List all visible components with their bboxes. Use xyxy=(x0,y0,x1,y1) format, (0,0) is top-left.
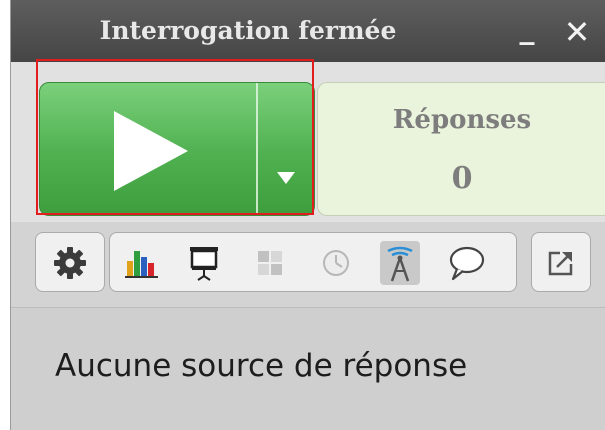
presentation-button[interactable] xyxy=(184,241,224,285)
status-message: Aucune source de réponse xyxy=(55,348,468,384)
export-button[interactable] xyxy=(541,241,581,285)
speech-bubble-icon xyxy=(449,246,485,281)
responses-label: Réponses xyxy=(392,105,532,135)
responses-panel: Réponses 0 xyxy=(317,82,605,216)
projector-screen-icon xyxy=(190,247,218,281)
receiver-button[interactable] xyxy=(380,241,420,285)
toolbar xyxy=(11,222,605,308)
closed-poll-window: Interrogation fermée _ ✕ Réponses 0 Aucu… xyxy=(10,0,605,430)
window-title: Interrogation fermée xyxy=(99,16,397,45)
results-chart-button[interactable] xyxy=(122,241,162,285)
clock-icon xyxy=(323,250,349,276)
start-button[interactable] xyxy=(40,83,256,215)
export-icon xyxy=(548,251,573,276)
bar-chart-icon xyxy=(125,251,158,278)
play-icon xyxy=(114,111,188,191)
responses-count: 0 xyxy=(451,161,473,196)
comments-button[interactable] xyxy=(446,241,486,285)
start-split-button xyxy=(39,82,315,216)
start-options-dropdown[interactable] xyxy=(258,83,314,215)
settings-button[interactable] xyxy=(50,241,90,285)
title-bar[interactable]: Interrogation fermée _ ✕ xyxy=(11,0,605,62)
antenna-icon xyxy=(387,246,413,282)
grid-icon xyxy=(258,251,282,275)
gear-icon xyxy=(54,247,86,279)
timer-button[interactable] xyxy=(316,241,356,285)
close-button[interactable]: ✕ xyxy=(559,14,595,50)
settings-group xyxy=(35,232,105,292)
export-group xyxy=(531,232,591,292)
view-tools-group xyxy=(109,232,517,292)
minimize-button[interactable]: _ xyxy=(509,14,545,50)
caret-down-icon xyxy=(277,172,295,184)
content-area: Aucune source de réponse xyxy=(11,308,605,430)
grid-view-button[interactable] xyxy=(250,241,290,285)
